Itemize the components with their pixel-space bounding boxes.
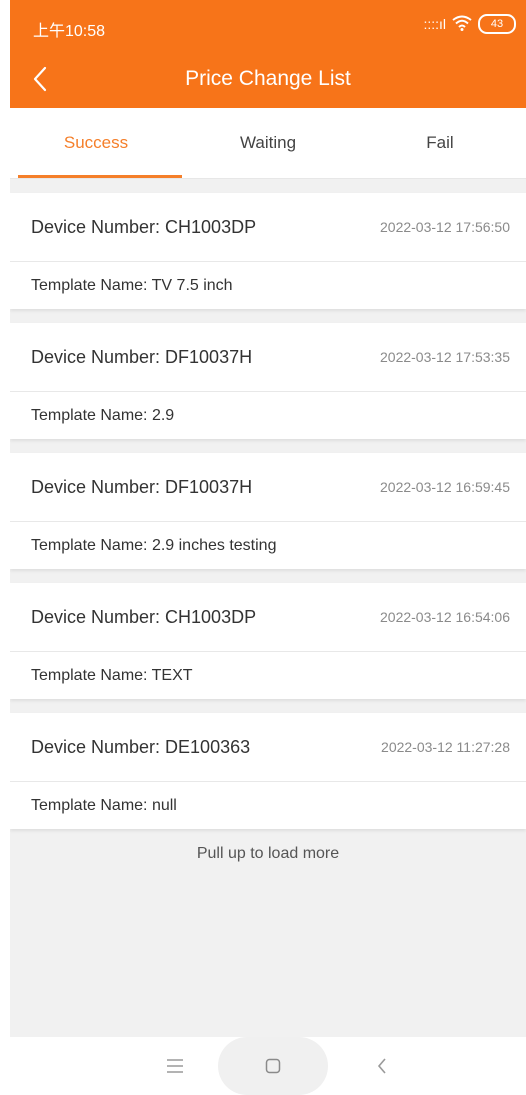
page-title: Price Change List	[185, 67, 351, 90]
price-change-list: Device Number: CH1003DP 2022-03-12 17:56…	[10, 193, 526, 843]
app-screen: 上午10:58 ::::ıl 43 Price Change List Succ…	[10, 0, 526, 1095]
change-time: 2022-03-12 16:59:45	[380, 479, 510, 495]
status-icons: ::::ıl 43	[423, 14, 516, 34]
change-time: 2022-03-12 16:54:06	[380, 609, 510, 625]
device-number: Device Number: DF10037H	[31, 346, 253, 367]
list-item[interactable]: Device Number: CH1003DP 2022-03-12 17:56…	[10, 193, 526, 309]
menu-button[interactable]	[150, 1037, 200, 1095]
change-time: 2022-03-12 17:56:50	[380, 219, 510, 235]
template-name: Template Name: 2.9	[31, 406, 175, 424]
home-button[interactable]	[248, 1037, 298, 1095]
tab-success[interactable]: Success	[10, 108, 182, 178]
device-number: Device Number: CH1003DP	[31, 606, 257, 627]
list-item[interactable]: Device Number: DE100363 2022-03-12 11:27…	[10, 713, 526, 829]
tab-waiting[interactable]: Waiting	[182, 108, 354, 178]
template-name: Template Name: 2.9 inches testing	[31, 536, 277, 554]
list-item[interactable]: Device Number: CH1003DP 2022-03-12 16:54…	[10, 583, 526, 699]
device-number: Device Number: DE100363	[31, 736, 251, 757]
change-time: 2022-03-12 11:27:28	[381, 739, 510, 755]
device-number: Device Number: DF10037H	[31, 476, 253, 497]
square-icon	[265, 1058, 281, 1074]
wifi-icon	[452, 15, 472, 34]
chevron-left-icon	[377, 1058, 386, 1074]
system-nav-bar	[10, 1037, 526, 1095]
load-more-hint: Pull up to load more	[196, 845, 340, 862]
template-name: Template Name: null	[31, 796, 177, 814]
change-time: 2022-03-12 17:53:35	[380, 349, 510, 365]
list-item[interactable]: Device Number: DF10037H 2022-03-12 17:53…	[10, 323, 526, 439]
battery-icon: 43	[478, 14, 516, 34]
tab-bar: Success Waiting Fail	[10, 108, 526, 179]
list-item[interactable]: Device Number: DF10037H 2022-03-12 16:59…	[10, 453, 526, 569]
menu-icon	[167, 1059, 183, 1073]
tab-fail[interactable]: Fail	[354, 108, 526, 178]
template-name: Template Name: TEXT	[31, 666, 193, 684]
app-header: 上午10:58 ::::ıl 43 Price Change List	[10, 0, 526, 108]
back-nav-button[interactable]	[357, 1037, 407, 1095]
signal-icon: ::::ıl	[423, 16, 446, 32]
template-name: Template Name: TV 7.5 inch	[31, 276, 233, 294]
status-time: 上午10:58	[33, 23, 106, 40]
device-number: Device Number: CH1003DP	[31, 216, 257, 237]
